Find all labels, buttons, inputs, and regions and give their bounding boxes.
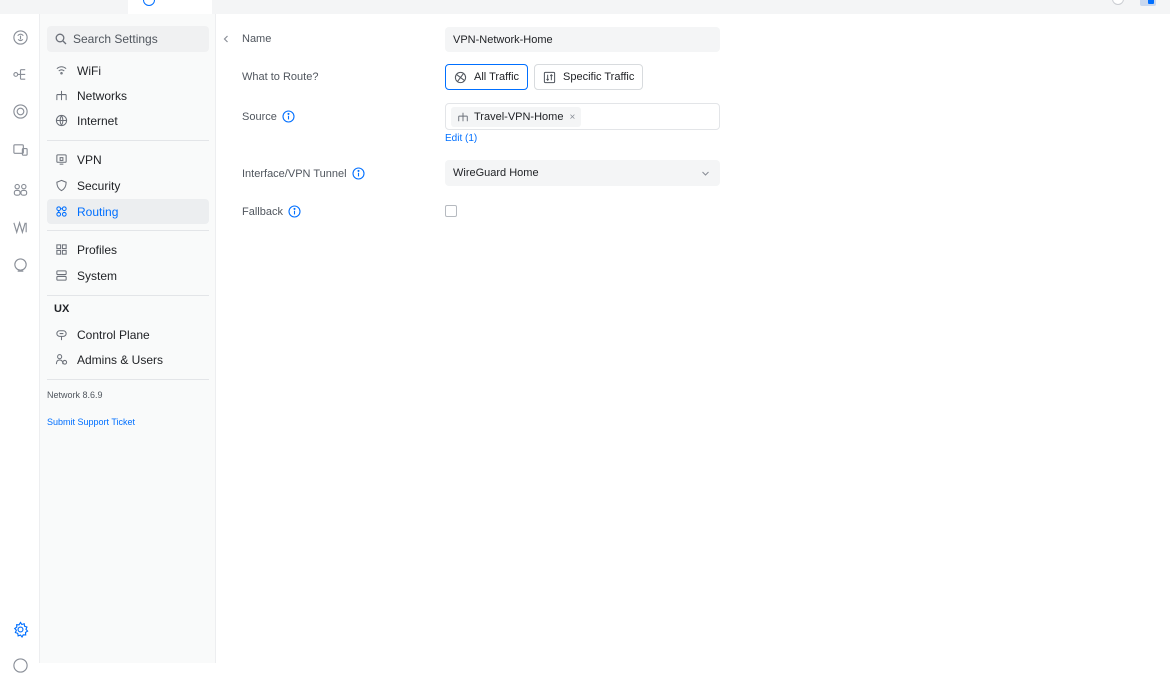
name-value: VPN-Network-Home xyxy=(453,33,553,46)
interface-select[interactable]: WireGuard Home xyxy=(445,160,720,186)
remove-chip-button[interactable]: × xyxy=(569,112,575,123)
source-chip: Travel-VPN-Home × xyxy=(451,107,582,127)
support-icon[interactable] xyxy=(9,654,31,676)
shield-icon xyxy=(56,179,67,192)
ux-section-label: UX xyxy=(54,303,70,315)
sidebar-item-system[interactable]: System xyxy=(47,263,209,288)
name-label: Name xyxy=(242,33,271,45)
app-version: Network 8.6.9 xyxy=(47,390,103,400)
wifi-icon xyxy=(56,66,67,75)
alarm-icon[interactable] xyxy=(9,254,31,276)
chevron-down-icon xyxy=(702,171,709,176)
what-to-route-label: What to Route? xyxy=(242,71,318,83)
interface-label-text: Interface/VPN Tunnel xyxy=(242,167,347,180)
sidebar-item-security[interactable]: Security xyxy=(47,173,209,198)
sidebar-item-label: Routing xyxy=(77,204,119,219)
interface-label: Interface/VPN Tunnel xyxy=(242,167,365,180)
sidebar-divider xyxy=(47,140,209,141)
search-settings[interactable] xyxy=(47,26,209,52)
source-chip-label: Travel-VPN-Home xyxy=(474,111,564,123)
specific-traffic-button[interactable]: Specific Traffic xyxy=(534,64,644,90)
fallback-label: Fallback xyxy=(242,205,301,218)
admins-users-icon xyxy=(55,354,68,365)
control-plane-icon xyxy=(56,330,67,341)
fallback-checkbox[interactable] xyxy=(445,205,457,217)
sidebar-divider xyxy=(47,230,209,231)
sidebar-item-networks[interactable]: Networks xyxy=(47,83,209,108)
chevron-left-icon xyxy=(223,35,228,43)
all-traffic-button[interactable]: All Traffic xyxy=(445,64,529,90)
interface-value: WireGuard Home xyxy=(453,167,539,179)
sidebar-item-label: Profiles xyxy=(77,242,118,257)
source-info-icon[interactable] xyxy=(282,110,295,123)
settings-sidebar: WiFi Networks Internet VPN Security Rout… xyxy=(40,14,216,663)
source-selector[interactable]: Travel-VPN-Home × xyxy=(445,103,720,130)
submit-support-ticket-link[interactable]: Submit Support Ticket xyxy=(47,417,135,427)
fallback-info-icon[interactable] xyxy=(288,205,301,218)
all-traffic-globe-icon xyxy=(454,71,467,83)
vpn-monitor-icon xyxy=(56,154,67,165)
sidebar-item-label: Internet xyxy=(77,113,118,128)
sidebar-item-profiles[interactable]: Profiles xyxy=(47,237,209,262)
clients-icon[interactable] xyxy=(9,178,31,200)
sidebar-divider xyxy=(47,379,209,380)
top-bar xyxy=(0,0,1170,14)
top-right-window-icon[interactable] xyxy=(1140,0,1156,6)
sidebar-item-label: Admins & Users xyxy=(77,352,164,367)
profiles-icon xyxy=(56,244,67,255)
sidebar-item-label: System xyxy=(77,268,118,283)
active-top-tab[interactable] xyxy=(128,0,212,14)
fallback-label-text: Fallback xyxy=(242,205,283,218)
search-icon xyxy=(55,33,67,45)
network-tree-icon xyxy=(458,112,468,122)
network-tree-icon xyxy=(56,90,67,101)
client-devices-icon[interactable] xyxy=(9,138,31,160)
sidebar-item-routing[interactable]: Routing xyxy=(47,199,209,224)
dashboard-icon[interactable] xyxy=(9,26,31,48)
sidebar-divider xyxy=(47,295,209,296)
sidebar-item-control-plane[interactable]: Control Plane xyxy=(47,322,209,347)
system-icon xyxy=(56,270,67,281)
sidebar-item-wifi[interactable]: WiFi xyxy=(47,58,209,83)
sidebar-item-admins-users[interactable]: Admins & Users xyxy=(47,347,209,372)
all-traffic-label: All Traffic xyxy=(474,71,520,83)
source-label-text: Source xyxy=(242,110,277,123)
sidebar-item-vpn[interactable]: VPN xyxy=(47,147,209,172)
sidebar-item-internet[interactable]: Internet xyxy=(47,108,209,133)
globe-icon xyxy=(55,114,68,127)
specific-traffic-label: Specific Traffic xyxy=(563,71,635,83)
name-label-text: Name xyxy=(242,33,272,45)
what-to-route-label-text: What to Route? xyxy=(242,71,319,83)
specific-traffic-icon xyxy=(543,71,556,83)
topology-icon[interactable] xyxy=(9,62,31,84)
collapse-sidebar-button[interactable] xyxy=(217,27,235,51)
settings-gear-icon[interactable] xyxy=(9,618,31,640)
insights-icon[interactable] xyxy=(9,216,31,238)
source-edit-link[interactable]: Edit (1) xyxy=(445,133,477,144)
sidebar-item-label: VPN xyxy=(77,152,102,167)
routing-icon xyxy=(56,206,67,217)
search-input[interactable] xyxy=(73,32,203,46)
interface-info-icon[interactable] xyxy=(352,167,365,180)
top-right-control-icon[interactable] xyxy=(1112,0,1124,5)
devices-icon[interactable] xyxy=(9,100,31,122)
name-input[interactable]: VPN-Network-Home xyxy=(445,27,720,52)
source-label: Source xyxy=(242,110,295,123)
sidebar-item-label: Security xyxy=(77,178,121,193)
sidebar-item-label: Networks xyxy=(77,88,128,103)
sidebar-item-label: Control Plane xyxy=(77,327,150,342)
app-icon-rail xyxy=(0,14,40,673)
sidebar-item-label: WiFi xyxy=(77,63,101,78)
